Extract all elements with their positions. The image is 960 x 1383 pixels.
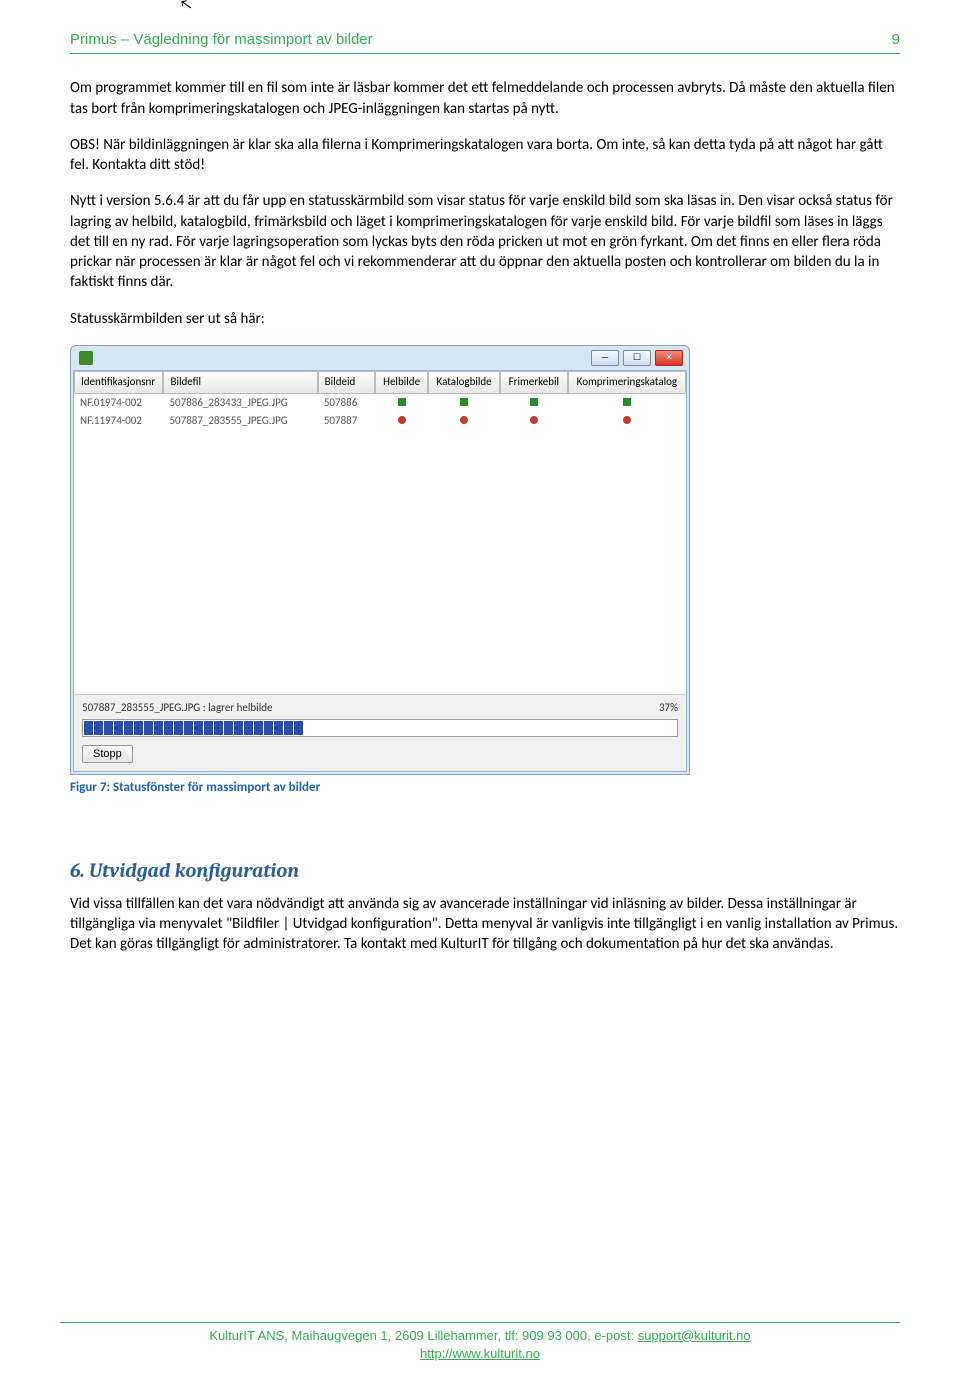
cell-bildeid: 507886 [318, 395, 375, 412]
cell-komprimering [568, 395, 686, 412]
cell-frimerkebilde [500, 395, 568, 412]
status-area: 507887_283555_JPEG.JPG : lagrer helbilde… [74, 694, 686, 772]
paragraph-1: Om programmet kommer till en fil som int… [70, 78, 900, 119]
figure-caption: Figur 7: Statusfönster för massimport av… [70, 779, 690, 797]
footer-line-1: KulturIT ANS, Maihaugvegen 1, 2609 Lille… [60, 1327, 900, 1345]
cell-bildeid: 507887 [318, 413, 375, 430]
cell-id: NF.01974-002 [74, 395, 163, 412]
paragraph-3: Nytt i version 5.6.4 är att du får upp e… [70, 191, 900, 292]
paragraph-4: Statusskärmbilden ser ut så här: [70, 309, 900, 329]
minimize-button[interactable]: — [591, 350, 619, 366]
close-button[interactable]: ✕ [655, 350, 683, 366]
status-window-figure: ↖ — ☐ ✕ Identifikasjonsnr Bildefil Bilde… [70, 345, 690, 797]
cell-helbilde [375, 413, 428, 430]
progress-percent: 37% [659, 701, 678, 716]
page-header: Primus – Vägledning för massimport av bi… [70, 30, 900, 54]
header-title: Primus – Vägledning för massimport av bi… [70, 30, 373, 50]
grid-body: NF.01974-002 507886_283433_JPEG.JPG 5078… [74, 394, 686, 694]
window-client-area: Identifikasjonsnr Bildefil Bildeid Helbi… [73, 370, 687, 773]
progress-bar-fill [83, 720, 677, 736]
table-row: NF.11974-002 507887_283555_JPEG.JPG 5078… [74, 412, 686, 431]
maximize-button[interactable]: ☐ [623, 350, 651, 366]
col-header-id[interactable]: Identifikasjonsnr [74, 371, 163, 394]
table-row: NF.01974-002 507886_283433_JPEG.JPG 5078… [74, 394, 686, 413]
app-icon [79, 351, 93, 365]
col-header-helbilde[interactable]: Helbilde [375, 371, 429, 394]
status-ok-icon [398, 398, 406, 406]
cell-file: 507887_283555_JPEG.JPG [163, 413, 317, 430]
section-heading-6: 6. Utvidgad konfiguration [70, 857, 900, 884]
cell-katalogbilde [428, 413, 499, 430]
paragraph-2: OBS! När bildinläggningen är klar ska al… [70, 135, 900, 176]
grid-header: Identifikasjonsnr Bildefil Bildeid Helbi… [74, 371, 686, 394]
cell-helbilde [375, 395, 428, 412]
status-fail-icon [398, 416, 406, 424]
progress-bar [82, 719, 678, 737]
col-header-frimerkebilde[interactable]: Frimerkebil [500, 371, 568, 394]
status-fail-icon [530, 416, 538, 424]
status-text: 507887_283555_JPEG.JPG : lagrer helbilde [82, 701, 272, 716]
status-fail-icon [623, 416, 631, 424]
cell-file: 507886_283433_JPEG.JPG [163, 395, 317, 412]
footer-email[interactable]: support@kulturit.no [638, 1328, 751, 1343]
col-header-file[interactable]: Bildefil [163, 371, 317, 394]
section-6-text: Vid vissa tillfällen kan det vara nödvän… [70, 894, 900, 955]
cell-id: NF.11974-002 [74, 413, 163, 430]
body-content: Om programmet kommer till en fil som int… [70, 78, 900, 329]
page-number: 9 [892, 30, 900, 50]
window-frame: ↖ — ☐ ✕ Identifikasjonsnr Bildefil Bilde… [70, 345, 690, 776]
cell-komprimering [568, 413, 686, 430]
col-header-bildeid[interactable]: Bildeid [318, 371, 375, 394]
status-ok-icon [530, 398, 538, 406]
page-footer: KulturIT ANS, Maihaugvegen 1, 2609 Lille… [60, 1322, 900, 1363]
status-ok-icon [623, 398, 631, 406]
window-titlebar: ↖ — ☐ ✕ [73, 348, 687, 370]
cursor-icon: ↖ [178, 0, 193, 16]
cell-frimerkebilde [500, 413, 568, 430]
cell-katalogbilde [428, 395, 499, 412]
stop-button[interactable]: Stopp [82, 745, 133, 763]
status-fail-icon [460, 416, 468, 424]
footer-url[interactable]: http://www.kulturit.no [60, 1345, 900, 1363]
col-header-katalogbilde[interactable]: Katalogbilde [428, 371, 500, 394]
status-ok-icon [460, 398, 468, 406]
col-header-komprimeringskatalog[interactable]: Komprimeringskatalog [568, 371, 686, 394]
